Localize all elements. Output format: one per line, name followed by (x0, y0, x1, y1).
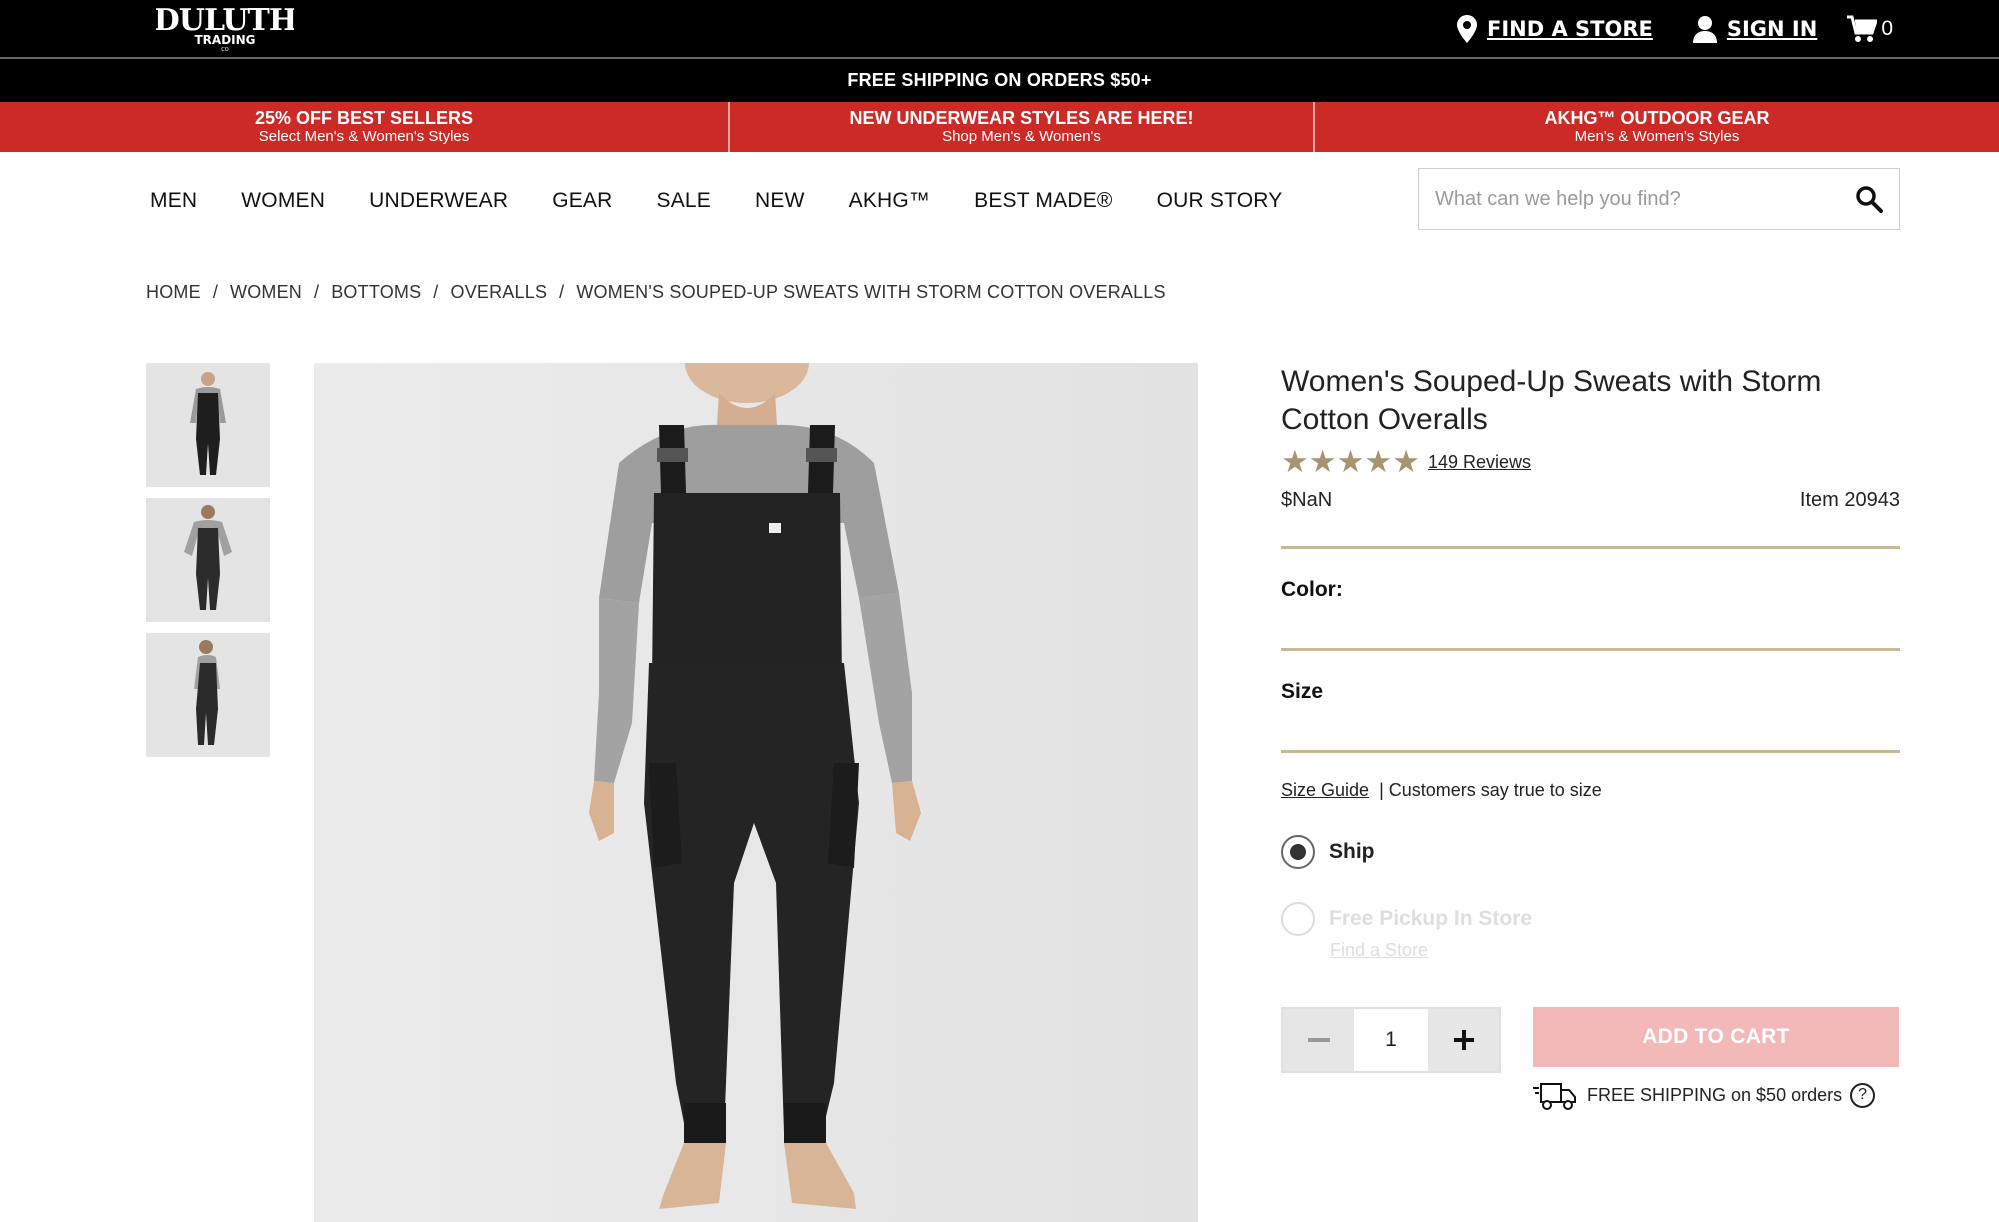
promo-akhg[interactable]: AKHG™ OUTDOOR GEAR Men's & Women's Style… (1315, 102, 1999, 152)
free-shipping-text: FREE SHIPPING on $50 orders (1587, 1084, 1843, 1105)
pickup-find-store-link[interactable]: Find a Store (1330, 940, 1428, 961)
cart-count: 0 (1881, 17, 1893, 40)
star-icon: ★ (1364, 444, 1393, 479)
find-a-store-label: FIND A STORE (1487, 17, 1653, 41)
pickup-radio[interactable] (1281, 902, 1315, 936)
free-shipping-banner[interactable]: FREE SHIPPING ON ORDERS $50+ (0, 59, 1999, 102)
promo-title: NEW UNDERWEAR STYLES ARE HERE! (849, 108, 1194, 128)
sign-in-label: SIGN IN (1726, 17, 1818, 41)
search-icon[interactable] (1855, 185, 1883, 213)
ship-radio[interactable] (1281, 835, 1315, 869)
breadcrumb-bottoms[interactable]: BOTTOMS (331, 282, 421, 303)
nav-best-made[interactable]: BEST MADE® (974, 189, 1112, 213)
main-nav: MEN WOMEN UNDERWEAR GEAR SALE NEW AKHG™ … (150, 186, 1326, 216)
plus-icon (1453, 1030, 1474, 1050)
top-bar: DULUTH TRADING CO FIND A STORE SIGN IN 0 (0, 0, 1999, 58)
overalls-back-thumbnail-image (146, 498, 270, 622)
help-icon[interactable]: ? (1850, 1082, 1876, 1108)
svg-text:TRADING: TRADING (194, 33, 255, 47)
breadcrumb-separator: / (314, 282, 320, 302)
promo-title: AKHG™ OUTDOOR GEAR (1544, 108, 1770, 128)
cart-button[interactable]: 0 (1847, 15, 1893, 43)
size-guide-link[interactable]: Size Guide (1281, 780, 1369, 801)
item-number: Item 20943 (1799, 489, 1900, 511)
promo-subtitle: Select Men's & Women's Styles (258, 128, 470, 145)
product-price: $NaN (1281, 489, 1333, 511)
size-guide-row: Size Guide | Customers say true to size (1281, 780, 1602, 801)
nav-sale[interactable]: SALE (657, 189, 712, 213)
breadcrumb-current: WOMEN'S SOUPED-UP SWEATS WITH STORM COTT… (576, 282, 1166, 302)
free-shipping-note: FREE SHIPPING on $50 orders ? (1533, 1078, 1876, 1112)
star-icon: ★ (1281, 444, 1309, 479)
add-to-cart-button[interactable]: ADD TO CART (1533, 1007, 1899, 1067)
breadcrumb-home[interactable]: HOME (146, 282, 201, 303)
search-input[interactable] (1435, 169, 1835, 229)
color-label: Color: (1281, 578, 1343, 601)
rating-row: ★ ★ ★ ★ ★ 149 Reviews (1281, 444, 1900, 479)
increase-quantity-button[interactable] (1428, 1009, 1499, 1071)
quantity-input[interactable] (1354, 1009, 1428, 1071)
nav-underwear[interactable]: UNDERWEAR (369, 189, 508, 213)
overalls-front-thumbnail-image (146, 363, 270, 487)
cart-icon (1847, 15, 1878, 42)
nav-men[interactable]: MEN (150, 189, 197, 213)
product-info: Women's Souped-Up Sweats with Storm Cott… (1281, 363, 1900, 512)
promo-subtitle: Men's & Women's Styles (1574, 128, 1740, 145)
section-divider (1281, 648, 1900, 651)
nav-new[interactable]: NEW (755, 189, 805, 213)
minus-icon (1307, 1038, 1330, 1042)
breadcrumb-separator: / (212, 282, 219, 302)
size-label: Size (1281, 680, 1324, 703)
nav-gear[interactable]: GEAR (552, 189, 612, 213)
thumbnail-back[interactable] (146, 498, 270, 622)
user-icon (1692, 16, 1717, 43)
promo-best-sellers[interactable]: 25% OFF BEST SELLERS Select Men's & Wome… (0, 102, 730, 152)
duluth-logo[interactable]: DULUTH TRADING CO (156, 4, 294, 52)
find-a-store-link[interactable]: FIND A STORE (1457, 15, 1653, 43)
breadcrumb-overalls[interactable]: OVERALLS (451, 282, 548, 303)
ship-option[interactable]: Ship (1281, 835, 1375, 869)
nav-our-story[interactable]: OUR STORY (1157, 189, 1283, 213)
promo-bar: 25% OFF BEST SELLERS Select Men's & Wome… (0, 102, 1999, 152)
location-pin-icon (1457, 15, 1477, 43)
promo-title: 25% OFF BEST SELLERS (254, 108, 474, 128)
pickup-label: Free Pickup In Store (1329, 907, 1533, 930)
breadcrumb-separator: / (433, 282, 439, 302)
star-icon: ★ (1336, 444, 1365, 479)
overalls-side-thumbnail-image (146, 633, 270, 757)
size-fit-note: | Customers say true to size (1379, 780, 1602, 800)
promo-underwear[interactable]: NEW UNDERWEAR STYLES ARE HERE! Shop Men'… (730, 102, 1315, 152)
nav-akhg[interactable]: AKHG™ (849, 189, 931, 213)
star-icon: ★ (1392, 444, 1420, 479)
quantity-stepper (1281, 1007, 1501, 1073)
price-row: $NaN Item 20943 (1281, 489, 1900, 512)
reviews-link[interactable]: 149 Reviews (1428, 452, 1531, 473)
star-icon: ★ (1308, 444, 1337, 479)
search-box (1418, 168, 1900, 230)
svg-text:CO: CO (221, 47, 228, 52)
delivery-truck-icon (1533, 1083, 1576, 1110)
nav-women[interactable]: WOMEN (241, 189, 325, 213)
thumbnail-front[interactable] (146, 363, 270, 487)
promo-subtitle: Shop Men's & Women's (942, 128, 1101, 145)
pickup-option[interactable]: Free Pickup In Store (1281, 902, 1532, 936)
section-divider (1281, 546, 1900, 549)
product-main-image[interactable] (314, 363, 1198, 1222)
decrease-quantity-button[interactable] (1283, 1009, 1354, 1071)
section-divider (1281, 750, 1900, 753)
breadcrumb-women[interactable]: WOMEN (230, 282, 302, 303)
breadcrumb-separator: / (559, 282, 565, 302)
product-title: Women's Souped-Up Sweats with Storm Cott… (1281, 365, 1822, 436)
overalls-model-image (314, 363, 1198, 1222)
breadcrumb: HOME / WOMEN / BOTTOMS / OVERALLS / WOME… (146, 282, 1166, 303)
sign-in-link[interactable]: SIGN IN (1692, 15, 1818, 43)
star-rating[interactable]: ★ ★ ★ ★ ★ (1281, 444, 1420, 479)
thumbnail-side[interactable] (146, 633, 270, 757)
ship-label: Ship (1329, 840, 1375, 863)
